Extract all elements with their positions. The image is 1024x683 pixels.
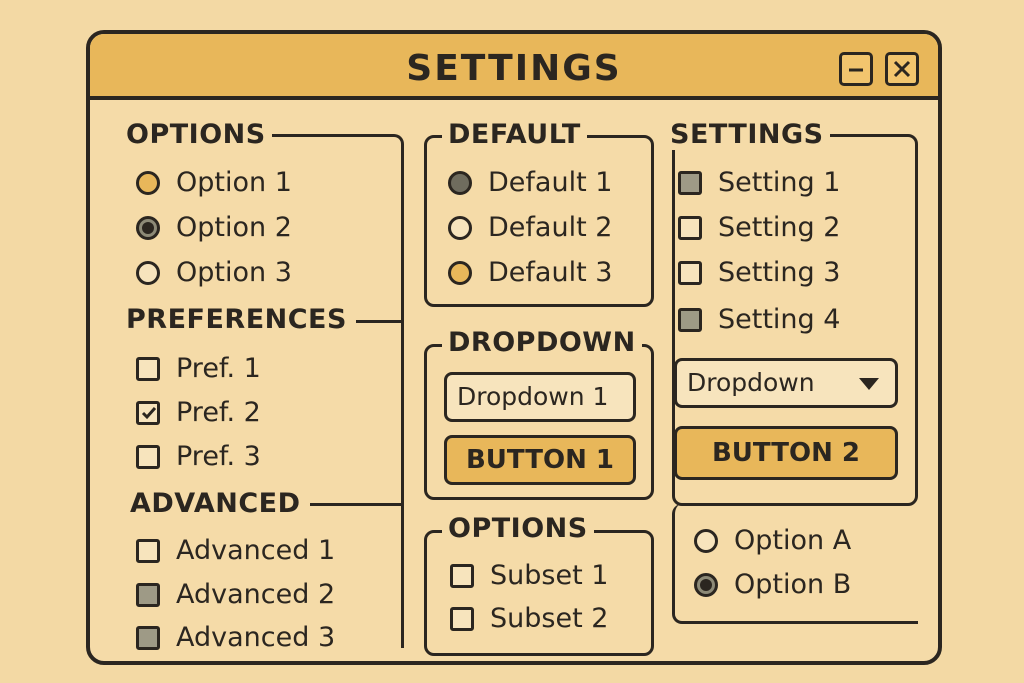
close-icon bbox=[893, 60, 911, 78]
title-bar: SETTINGS bbox=[90, 34, 938, 100]
radio-selected-icon bbox=[136, 216, 160, 240]
settings-dropdown-select[interactable]: Dropdown bbox=[674, 358, 898, 408]
checkbox-filled-icon bbox=[678, 308, 702, 332]
radio-selected-icon bbox=[448, 171, 472, 195]
setting-4-checkbox[interactable]: Setting 4 bbox=[678, 302, 840, 338]
subset-2-checkbox[interactable]: Subset 2 bbox=[450, 601, 608, 637]
window-title: SETTINGS bbox=[406, 48, 622, 89]
dropdown-heading: DROPDOWN bbox=[442, 328, 642, 358]
checkbox-icon bbox=[678, 216, 702, 240]
radio-icon bbox=[694, 529, 718, 553]
checkmark-icon bbox=[141, 407, 157, 420]
option-3-radio[interactable]: Option 3 bbox=[136, 255, 292, 291]
checkbox-icon bbox=[136, 357, 160, 381]
subset-1-checkbox[interactable]: Subset 1 bbox=[450, 558, 608, 594]
advanced-3-checkbox[interactable]: Advanced 3 bbox=[136, 620, 335, 656]
dropdown-1-select[interactable]: Dropdown 1 bbox=[444, 372, 636, 422]
setting-3-checkbox[interactable]: Setting 3 bbox=[678, 255, 840, 291]
settings-window: SETTINGS OPTIONS Option 1 Option 2 Optio… bbox=[86, 30, 942, 665]
setting-1-checkbox[interactable]: Setting 1 bbox=[678, 165, 840, 201]
button-2[interactable]: BUTTON 2 bbox=[674, 426, 898, 480]
advanced-1-checkbox[interactable]: Advanced 1 bbox=[136, 533, 335, 569]
checkbox-icon bbox=[136, 539, 160, 563]
checkbox-icon bbox=[678, 261, 702, 285]
subset-heading: OPTIONS bbox=[442, 514, 594, 544]
options-heading: OPTIONS bbox=[120, 120, 272, 150]
close-button[interactable] bbox=[885, 52, 919, 86]
settings-heading: SETTINGS bbox=[664, 120, 830, 150]
advanced-divider bbox=[310, 503, 404, 506]
minimize-icon bbox=[849, 68, 863, 72]
default-3-radio[interactable]: Default 3 bbox=[448, 255, 612, 291]
preferences-divider bbox=[356, 320, 404, 323]
checkbox-icon bbox=[450, 564, 474, 588]
option-b-radio[interactable]: Option B bbox=[694, 567, 851, 603]
checkbox-filled-icon bbox=[136, 626, 160, 650]
pref-3-checkbox[interactable]: Pref. 3 bbox=[136, 439, 261, 475]
option-2-radio[interactable]: Option 2 bbox=[136, 210, 292, 246]
setting-2-checkbox[interactable]: Setting 2 bbox=[678, 210, 840, 246]
default-2-radio[interactable]: Default 2 bbox=[448, 210, 612, 246]
option-a-radio[interactable]: Option A bbox=[694, 523, 851, 559]
checkbox-filled-icon bbox=[136, 583, 160, 607]
radio-icon bbox=[136, 261, 160, 285]
checkbox-icon bbox=[136, 445, 160, 469]
checkbox-checked-icon bbox=[136, 401, 160, 425]
pref-1-checkbox[interactable]: Pref. 1 bbox=[136, 351, 261, 387]
pref-2-checkbox[interactable]: Pref. 2 bbox=[136, 395, 261, 431]
radio-selected-icon bbox=[694, 573, 718, 597]
advanced-heading: ADVANCED bbox=[124, 489, 307, 519]
checkbox-icon bbox=[450, 607, 474, 631]
default-1-radio[interactable]: Default 1 bbox=[448, 165, 612, 201]
radio-ab-group-frame bbox=[672, 504, 918, 624]
option-1-radio[interactable]: Option 1 bbox=[136, 165, 292, 201]
checkbox-filled-icon bbox=[678, 171, 702, 195]
button-1[interactable]: BUTTON 1 bbox=[444, 435, 636, 485]
radio-icon bbox=[448, 216, 472, 240]
chevron-down-icon bbox=[859, 378, 879, 390]
advanced-2-checkbox[interactable]: Advanced 2 bbox=[136, 577, 335, 613]
radio-icon bbox=[136, 171, 160, 195]
minimize-button[interactable] bbox=[839, 52, 873, 86]
radio-icon bbox=[448, 261, 472, 285]
default-heading: DEFAULT bbox=[442, 120, 587, 150]
preferences-heading: PREFERENCES bbox=[120, 305, 353, 335]
